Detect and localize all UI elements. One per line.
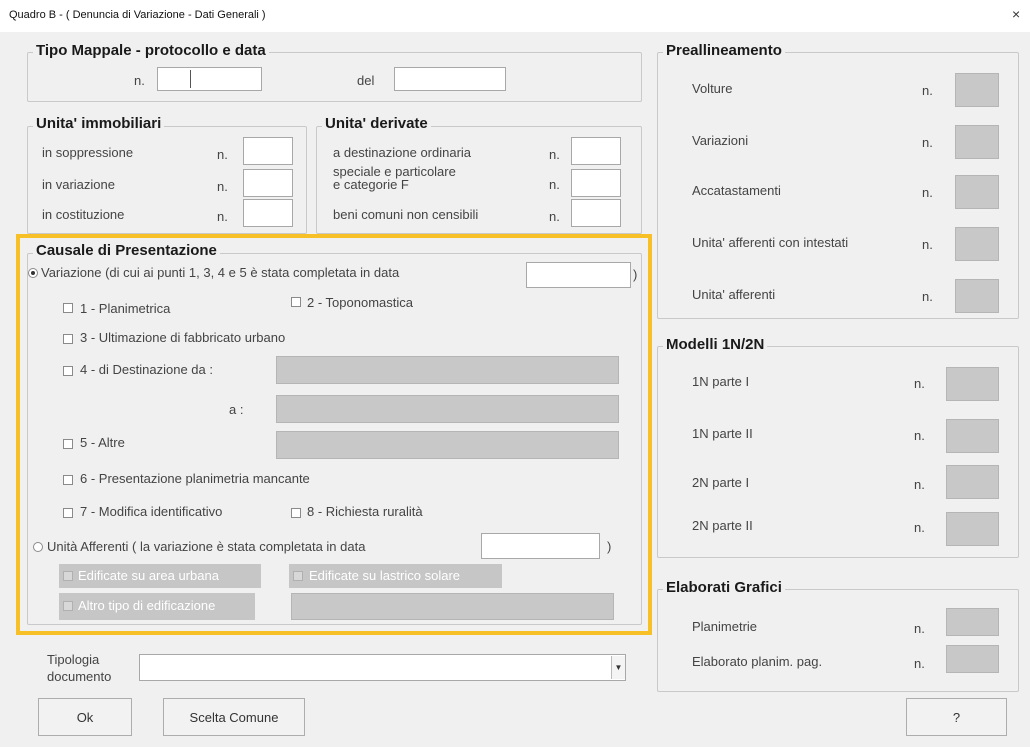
tipologia-line2: documento bbox=[47, 669, 112, 684]
destinazione-ordinaria-n-label: n. bbox=[549, 147, 560, 162]
beni-comuni-input[interactable] bbox=[571, 199, 621, 227]
speciale-particolare-input[interactable] bbox=[571, 169, 621, 197]
1n-parte-ii-field bbox=[946, 419, 999, 453]
protocollo-n-label: n. bbox=[134, 73, 145, 88]
in-soppressione-n-label: n. bbox=[217, 147, 228, 162]
scelta-comune-button[interactable]: Scelta Comune bbox=[163, 698, 305, 736]
in-variazione-label: in variazione bbox=[42, 177, 115, 192]
accatastamenti-n-label: n. bbox=[922, 185, 933, 200]
2n-parte-i-label: 2N parte I bbox=[692, 475, 750, 490]
beni-comuni-label: beni comuni non censibili bbox=[333, 207, 479, 222]
unita-derivate-legend: Unita' derivate bbox=[322, 115, 431, 132]
unita-afferenti-pre-field bbox=[955, 279, 999, 313]
tipologia-line1: Tipologia bbox=[47, 652, 100, 667]
unita-immobiliari-legend: Unita' immobiliari bbox=[33, 115, 165, 132]
2n-parte-i-n-label: n. bbox=[914, 477, 925, 492]
ok-button[interactable]: Ok bbox=[38, 698, 132, 736]
elaborato-planim-label: Elaborato planim. pag. bbox=[692, 654, 823, 669]
help-button[interactable]: ? bbox=[906, 698, 1007, 736]
in-costituzione-n-label: n. bbox=[217, 209, 228, 224]
in-variazione-input[interactable] bbox=[243, 169, 293, 197]
2n-parte-i-field bbox=[946, 465, 999, 499]
elaborati-legend: Elaborati Grafici bbox=[663, 579, 785, 596]
highlight-frame bbox=[16, 234, 652, 635]
unita-afferenti-pre-n-label: n. bbox=[922, 289, 933, 304]
modelli-legend: Modelli 1N/2N bbox=[663, 336, 768, 353]
elaborato-planim-n-label: n. bbox=[914, 656, 925, 671]
1n-parte-i-n-label: n. bbox=[914, 376, 925, 391]
in-soppressione-label: in soppressione bbox=[42, 145, 134, 160]
planimetrie-n-label: n. bbox=[914, 621, 925, 636]
1n-parte-i-label: 1N parte I bbox=[692, 374, 750, 389]
1n-parte-ii-label: 1N parte II bbox=[692, 426, 753, 441]
tipo-mappale-legend: Tipo Mappale - protocollo e data bbox=[33, 42, 269, 59]
in-soppressione-input[interactable] bbox=[243, 137, 293, 165]
preallineamento-legend: Preallineamento bbox=[663, 42, 785, 59]
speciale-particolare-n-label: n. bbox=[549, 177, 560, 192]
destinazione-ordinaria-input[interactable] bbox=[571, 137, 621, 165]
window-title: Quadro B - ( Denuncia di Variazione - Da… bbox=[9, 9, 266, 21]
volture-n-label: n. bbox=[922, 83, 933, 98]
in-variazione-n-label: n. bbox=[217, 179, 228, 194]
afferenti-intestati-field bbox=[955, 227, 999, 261]
speciale-line2: e categorie F bbox=[333, 177, 409, 192]
in-costituzione-label: in costituzione bbox=[42, 207, 125, 222]
variazioni-label: Variazioni bbox=[692, 133, 749, 148]
volture-field bbox=[955, 73, 999, 107]
chevron-down-icon[interactable]: ▼ bbox=[611, 656, 625, 679]
destinazione-ordinaria-label: a destinazione ordinaria bbox=[333, 145, 472, 160]
accatastamenti-field bbox=[955, 175, 999, 209]
1n-parte-i-field bbox=[946, 367, 999, 401]
2n-parte-ii-field bbox=[946, 512, 999, 546]
tipologia-dropdown[interactable]: ▼ bbox=[139, 654, 626, 681]
2n-parte-ii-n-label: n. bbox=[914, 520, 925, 535]
planimetrie-field bbox=[946, 608, 999, 636]
afferenti-intestati-label: Unita' afferenti con intestati bbox=[692, 235, 849, 250]
variazioni-n-label: n. bbox=[922, 135, 933, 150]
volture-label: Volture bbox=[692, 81, 733, 96]
elaborati-group bbox=[657, 589, 1019, 692]
elaborato-planim-field bbox=[946, 645, 999, 673]
variazioni-field bbox=[955, 125, 999, 159]
unita-afferenti-pre-label: Unita' afferenti bbox=[692, 287, 776, 302]
del-label: del bbox=[357, 73, 375, 88]
in-costituzione-input[interactable] bbox=[243, 199, 293, 227]
tipo-mappale-group bbox=[27, 52, 642, 102]
text-cursor bbox=[190, 70, 191, 88]
2n-parte-ii-label: 2N parte II bbox=[692, 518, 753, 533]
afferenti-intestati-n-label: n. bbox=[922, 237, 933, 252]
beni-comuni-n-label: n. bbox=[549, 209, 560, 224]
tipologia-label: Tipologia documento bbox=[47, 651, 111, 685]
1n-parte-ii-n-label: n. bbox=[914, 428, 925, 443]
speciale-particolare-label: speciale e particolare e categorie F bbox=[333, 165, 456, 191]
close-icon[interactable]: × bbox=[1012, 6, 1020, 22]
protocollo-number-input[interactable] bbox=[157, 67, 262, 91]
protocollo-date-input[interactable] bbox=[394, 67, 506, 91]
planimetrie-label: Planimetrie bbox=[692, 619, 758, 634]
accatastamenti-label: Accatastamenti bbox=[692, 183, 781, 198]
